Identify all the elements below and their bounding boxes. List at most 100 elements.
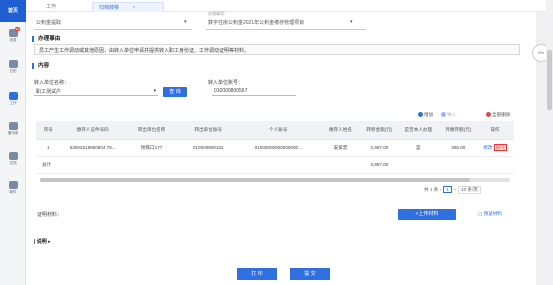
divider <box>34 29 192 30</box>
contacts-icon <box>8 122 18 130</box>
query-button[interactable]: 查 询 <box>163 87 187 97</box>
pager-total: 共 1 条 <box>424 187 439 192</box>
cell <box>396 156 514 174</box>
scroll-thumb[interactable] <box>40 178 470 182</box>
total-amount: 2,897.00 <box>362 156 397 174</box>
reason-text: 员工产生工作调动或其他原因，由转入单位申请并提供转入职工身份证、工作调动证明等材… <box>34 44 520 55</box>
sidebar-item-messages[interactable]: 99 消息 <box>0 27 26 43</box>
reason-section-title: 办理事由 <box>32 36 60 42</box>
business-select-value: 公积金提取 <box>36 20 62 26</box>
mail-icon <box>8 181 18 189</box>
delete-all-button[interactable]: 全部删除 <box>486 112 510 118</box>
sidebar: 首页 99 消息 日历 工作 通讯录 文档 邮件 <box>0 0 26 285</box>
print-button[interactable]: 打 印 <box>237 268 277 280</box>
delete-link[interactable]: 删除 <box>493 143 507 151</box>
page-scrollbar[interactable] <box>546 0 553 285</box>
pagination: 共 1 条 ‹ 1 › 10 条/页 <box>424 186 482 194</box>
tab-work[interactable]: 工作 <box>40 2 62 12</box>
chevron-down-icon: ▾ <box>153 88 156 94</box>
sidebar-item-label: 通讯录 <box>7 131 19 135</box>
chevron-down-icon: ▾ <box>350 19 353 25</box>
transfer-unit-label: 转入单位名称： <box>34 80 70 86</box>
sidebar-item-label: 文档 <box>9 161 17 165</box>
sidebar-item-label: 邮件 <box>9 190 17 194</box>
prev-page-icon[interactable]: ‹ <box>440 187 443 192</box>
sidebar-item-docs[interactable]: 文档 <box>0 152 26 166</box>
sidebar-item-label: 消息 <box>9 38 17 42</box>
folder-icon <box>8 152 18 160</box>
cell <box>124 156 363 174</box>
delete-all-label: 全部删除 <box>492 112 511 117</box>
table-header-row: 序号 缴存人证件号码 转出单位名称 转出单位账号 个人账号 缴存人姓名 转移金额… <box>36 121 514 140</box>
close-tab-icon[interactable]: × <box>132 5 135 11</box>
sidebar-item-label: 工作 <box>9 101 17 105</box>
cell: 266.00 <box>440 139 477 157</box>
cell: 2,897.00 <box>362 139 397 157</box>
table-row: 1 53062519950604 76... 地铁口177 0100008001… <box>36 139 514 157</box>
sidebar-item-work[interactable]: 工作 <box>0 92 26 106</box>
import-icon <box>441 112 446 118</box>
edit-link[interactable]: 修改 <box>483 145 492 150</box>
page-number[interactable]: 1 <box>443 186 452 193</box>
account-input[interactable]: 010000800567 <box>212 87 296 96</box>
sidebar-item-calendar[interactable]: 日历 <box>0 60 26 74</box>
add-label: 增加 <box>424 112 434 117</box>
content-section-title: 内容 <box>32 63 49 69</box>
transfer-unit-input[interactable]: 职工测试户 ▾ <box>34 87 158 96</box>
col-header: 操作 <box>476 121 514 140</box>
preview-icon: ▢ <box>477 211 483 216</box>
cell: 地铁口177 <box>124 139 179 157</box>
notes-toggle[interactable]: | 说明 ▸ <box>34 238 51 245</box>
tab-archive-transfer[interactable]: 归档转移 × <box>92 2 164 12</box>
sidebar-item-mail[interactable]: 邮件 <box>0 181 26 195</box>
app-logo[interactable]: 首页 <box>0 0 26 22</box>
import-label: 导入 <box>447 112 457 117</box>
matter-select[interactable]: 数字住房公积金2021年公积金缴存管理项目 ▾ <box>208 19 353 26</box>
cell: 安爱宏 <box>318 139 363 157</box>
cell: 是 <box>396 139 441 157</box>
cell: 1 <box>36 139 61 157</box>
import-button[interactable]: 导入 <box>441 112 456 118</box>
tab-bar: 工作 归档转移 × <box>26 0 546 12</box>
preview-label: 预览材料 <box>483 211 502 216</box>
divider <box>206 29 366 30</box>
add-button[interactable]: 增加 <box>418 112 433 118</box>
sidebar-item-contacts[interactable]: 通讯录 <box>0 122 26 136</box>
next-page-icon[interactable]: › <box>454 187 457 192</box>
cell: 53062519950604 76... <box>60 139 125 157</box>
preview-button[interactable]: ▢ 预览材料 <box>472 210 508 219</box>
submit-button[interactable]: 提 交 <box>290 268 330 280</box>
tab-label: 归档转移 <box>99 5 120 11</box>
col-header: 转出单位名称 <box>124 121 179 140</box>
sidebar-item-label: 日历 <box>9 69 17 73</box>
col-header: 月缴存额(元) <box>440 121 477 140</box>
col-header: 是否本人办理 <box>396 121 441 140</box>
col-header: 转出单位账号 <box>178 121 239 140</box>
trash-icon <box>486 112 491 118</box>
total-label: 总计 <box>36 156 125 174</box>
col-header: 转移金额(元) <box>362 121 397 140</box>
table-total-row: 总计 2,897.00 <box>36 156 514 174</box>
unread-badge: 99 <box>14 27 20 31</box>
cell: 01000000000000000... <box>238 139 319 157</box>
account-label: 转入单位账号： <box>208 80 244 86</box>
action-cell: 修改 删除 <box>476 139 514 157</box>
chevron-down-icon: ▾ <box>184 19 187 25</box>
cell: 010000800162 <box>178 139 239 157</box>
calendar-icon <box>8 60 18 68</box>
transfer-unit-value: 职工测试户 <box>36 89 62 95</box>
attachments-label: 证明材料： <box>37 212 63 218</box>
transfer-table: 序号 缴存人证件号码 转出单位名称 转出单位账号 个人账号 缴存人姓名 转移金额… <box>36 121 514 174</box>
col-header: 个人账号 <box>238 121 319 140</box>
col-header: 序号 <box>36 121 61 140</box>
table-horizontal-scrollbar[interactable] <box>40 178 510 182</box>
col-header: 缴存人证件号码 <box>60 121 125 140</box>
apps-grid-icon <box>8 92 18 100</box>
matter-select-value: 数字住房公积金2021年公积金缴存管理项目 <box>208 20 305 26</box>
plus-circle-icon <box>418 112 423 118</box>
page-size-select[interactable]: 10 条/页 <box>458 186 481 194</box>
upload-button[interactable]: +上传材料 <box>398 209 456 220</box>
scroll-thumb[interactable] <box>547 50 552 110</box>
business-select[interactable]: 公积金提取 ▾ <box>36 19 187 26</box>
matter-label: 办理事项： <box>208 11 228 16</box>
